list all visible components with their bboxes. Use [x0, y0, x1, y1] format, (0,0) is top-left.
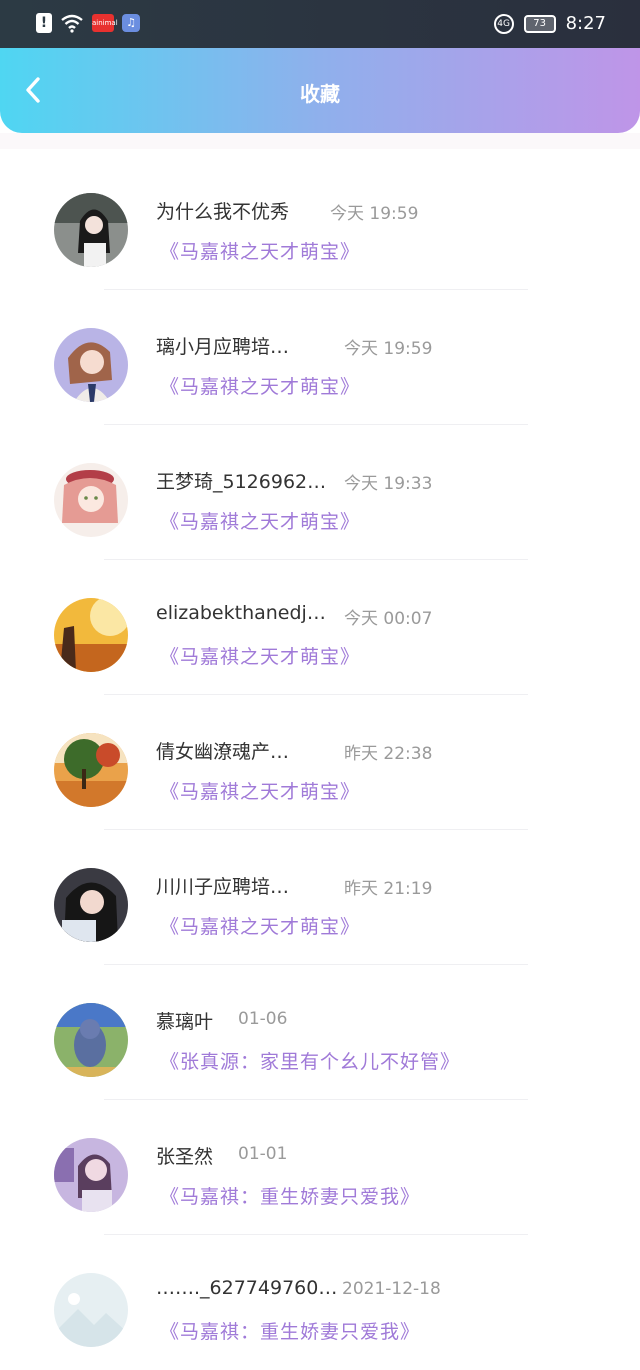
clock: 8:27 — [565, 13, 606, 34]
timestamp: 2021-12-18 — [342, 1279, 441, 1299]
app-notification-icon: ainimal — [92, 14, 118, 32]
avatar[interactable] — [54, 193, 128, 267]
list-item[interactable]: 慕璃叶 01-06 《张真源：家里有个幺儿不好管》 — [0, 965, 640, 1100]
avatar[interactable] — [54, 868, 128, 942]
work-title[interactable]: 《马嘉祺：重生娇妻只爱我》 — [160, 1182, 420, 1209]
user-name: 倩女幽潦魂产… — [156, 741, 290, 763]
list-item[interactable]: 为什么我不优秀 今天 19:59 《马嘉祺之天才萌宝》 — [0, 155, 640, 290]
user-name: 慕璃叶 — [156, 1011, 214, 1033]
avatar[interactable] — [54, 463, 128, 537]
list-item[interactable]: 倩女幽潦魂产… 昨天 22:38 《马嘉祺之天才萌宝》 — [0, 695, 640, 830]
user-name: 张圣然 — [156, 1146, 214, 1168]
user-name: ……._627749760… — [156, 1277, 338, 1299]
timestamp: 今天 00:07 — [344, 609, 433, 629]
mobile-data-icon: 4G — [493, 13, 514, 34]
work-title[interactable]: 《马嘉祺之天才萌宝》 — [160, 912, 360, 939]
timestamp: 01-06 — [238, 1009, 288, 1029]
user-name: 王梦琦_5126962… — [156, 471, 327, 493]
user-name: 璃小月应聘培… — [156, 336, 290, 358]
work-title[interactable]: 《马嘉祺之天才萌宝》 — [160, 372, 360, 399]
separator-band — [0, 133, 640, 149]
list-item[interactable]: 璃小月应聘培… 今天 19:59 《马嘉祺之天才萌宝》 — [0, 290, 640, 425]
avatar[interactable] — [54, 1003, 128, 1077]
user-name: 为什么我不优秀 — [156, 201, 290, 223]
page-title: 收藏 — [300, 82, 340, 106]
timestamp: 昨天 21:19 — [344, 879, 433, 899]
wifi-icon — [61, 14, 83, 33]
timestamp: 昨天 22:38 — [344, 744, 433, 764]
timestamp: 今天 19:33 — [344, 474, 433, 494]
work-title[interactable]: 《马嘉祺：重生娇妻只爱我》 — [160, 1317, 420, 1344]
alert-icon: ! — [36, 13, 52, 33]
user-name: elizabekthanedj… — [156, 602, 326, 624]
list-item[interactable]: 王梦琦_5126962… 今天 19:33 《马嘉祺之天才萌宝》 — [0, 425, 640, 560]
work-title[interactable]: 《马嘉祺之天才萌宝》 — [160, 777, 360, 804]
avatar[interactable] — [54, 1138, 128, 1212]
status-right-icons: 4G 73 8:27 — [493, 13, 606, 34]
favorites-list: 为什么我不优秀 今天 19:59 《马嘉祺之天才萌宝》 璃小月应聘培… 今天 1… — [0, 155, 640, 1370]
work-title[interactable]: 《马嘉祺之天才萌宝》 — [160, 642, 360, 669]
user-name: 川川子应聘培… — [156, 876, 290, 898]
avatar[interactable] — [54, 598, 128, 672]
work-title[interactable]: 《张真源：家里有个幺儿不好管》 — [160, 1047, 460, 1074]
list-item[interactable]: elizabekthanedj… 今天 00:07 《马嘉祺之天才萌宝》 — [0, 560, 640, 695]
app-header: 收藏 — [0, 48, 640, 133]
work-title[interactable]: 《马嘉祺之天才萌宝》 — [160, 507, 360, 534]
list-item[interactable]: ……._627749760… 2021-12-18 《马嘉祺：重生娇妻只爱我》 — [0, 1235, 640, 1370]
timestamp: 今天 19:59 — [344, 339, 433, 359]
timestamp: 01-01 — [238, 1144, 288, 1164]
work-title[interactable]: 《马嘉祺之天才萌宝》 — [160, 237, 360, 264]
status-bar: ! ainimal ♫ 4G 73 8:27 — [0, 0, 640, 48]
list-item[interactable]: 川川子应聘培… 昨天 21:19 《马嘉祺之天才萌宝》 — [0, 830, 640, 965]
battery-icon: 73 — [523, 14, 556, 33]
music-icon: ♫ — [122, 14, 140, 32]
avatar-placeholder[interactable] — [54, 1273, 128, 1347]
status-left-icons: ! ainimal ♫ — [36, 13, 140, 33]
timestamp: 今天 19:59 — [330, 204, 419, 224]
avatar[interactable] — [54, 733, 128, 807]
list-item[interactable]: 张圣然 01-01 《马嘉祺：重生娇妻只爱我》 — [0, 1100, 640, 1235]
avatar[interactable] — [54, 328, 128, 402]
